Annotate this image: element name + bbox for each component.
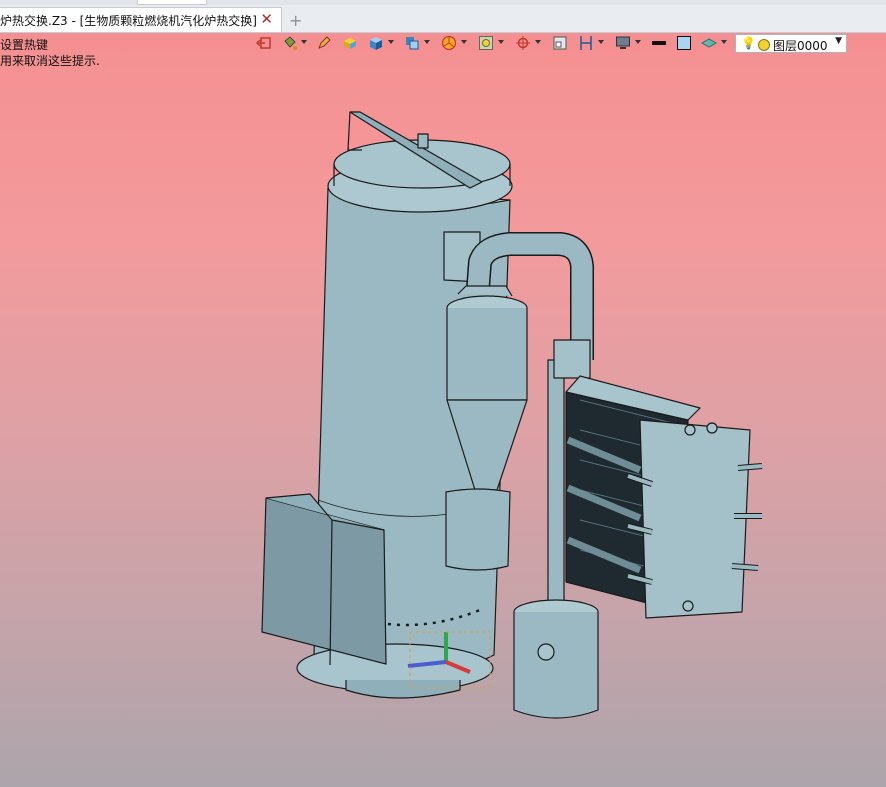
plus-icon[interactable]: + — [289, 11, 302, 30]
paint-bucket-icon[interactable] — [280, 33, 300, 53]
chevron-down-icon[interactable]: ▼ — [835, 36, 842, 46]
monitor-icon[interactable] — [613, 33, 633, 53]
bracket-icon[interactable] — [576, 33, 596, 53]
fill-color-icon[interactable] — [674, 33, 694, 53]
frame-icon[interactable] — [476, 33, 496, 53]
tab-title: 炉热交换.Z3 - [生物质颗粒燃烧机汽化炉热交换] — [0, 14, 257, 28]
blue-cube-icon[interactable] — [366, 33, 386, 53]
layer-stack-icon[interactable] — [699, 33, 719, 53]
cube-stack-icon[interactable] — [402, 33, 422, 53]
close-icon[interactable]: ✕ — [260, 10, 273, 28]
maximize-icon[interactable] — [550, 33, 570, 53]
pencil-icon[interactable] — [314, 33, 334, 53]
pie-render-icon[interactable] — [439, 33, 459, 53]
tab-bar: 炉热交换.Z3 - [生物质颗粒燃烧机汽化炉热交换] ✕ + — [0, 5, 886, 33]
layer-dropdown[interactable]: 💡 图层0000 ▼ — [735, 34, 847, 53]
line-color-icon[interactable] — [649, 33, 669, 53]
model-viewport[interactable] — [0, 60, 886, 787]
bulb-icon[interactable]: 💡 — [741, 36, 756, 50]
layer-name: 图层0000 — [773, 39, 828, 53]
sun-icon[interactable] — [758, 39, 770, 51]
yellow-block-icon[interactable] — [340, 33, 360, 53]
document-tab[interactable]: 炉热交换.Z3 - [生物质颗粒燃烧机汽化炉热交换] ✕ — [0, 7, 282, 32]
exit-icon[interactable] — [254, 33, 274, 53]
hint-line-1: 设置热键 — [0, 38, 49, 52]
target-icon[interactable] — [513, 33, 533, 53]
